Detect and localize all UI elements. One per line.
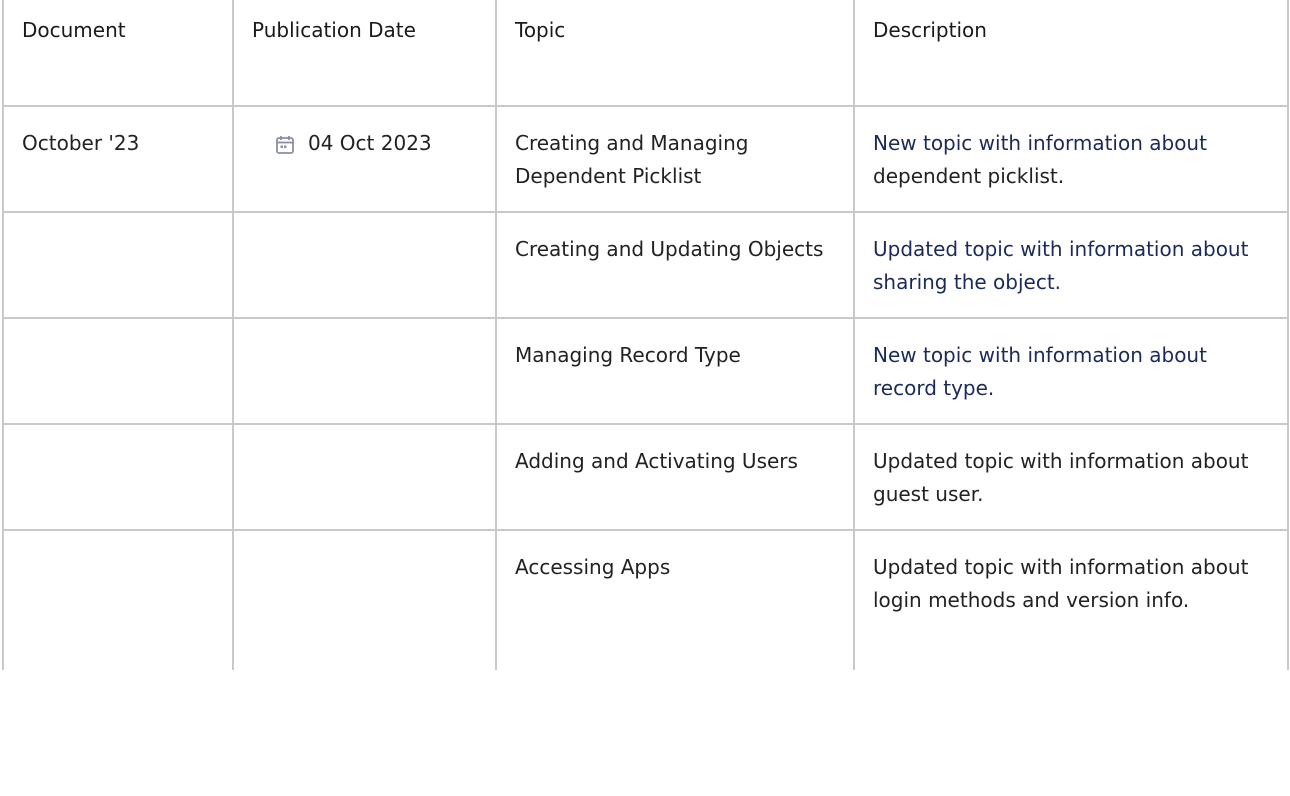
cell-document [2, 317, 234, 425]
release-notes-table-container: Document Publication Date Topic Descript… [0, 0, 1290, 796]
cell-publication-date [232, 317, 497, 425]
calendar-icon [274, 133, 296, 155]
cell-topic: Creating and Managing Dependent Picklist [495, 105, 855, 213]
table-row: Creating and Updating Objects Updated to… [2, 211, 1289, 319]
header-topic: Topic [495, 0, 855, 107]
table-row: October '23 04 Oct 2023 Creating and Man… [2, 105, 1289, 213]
description-link-text: Updated topic with information about sha… [873, 237, 1249, 294]
cell-publication-date [232, 211, 497, 319]
table-row: Accessing Apps Updated topic with inform… [2, 529, 1289, 670]
cell-topic: Accessing Apps [495, 529, 855, 670]
cell-description: New topic with information about depende… [853, 105, 1289, 213]
header-publication-date: Publication Date [232, 0, 497, 107]
cell-document [2, 529, 234, 670]
header-document: Document [2, 0, 234, 107]
cell-document [2, 423, 234, 531]
description-link-text: New topic with information about record … [873, 343, 1207, 400]
cell-description: Updated topic with information about gue… [853, 423, 1289, 531]
description-plain-text: Updated topic with information about log… [873, 555, 1249, 612]
table-row: Managing Record Type New topic with info… [2, 317, 1289, 425]
publication-date-value: 04 Oct 2023 [308, 131, 432, 155]
cell-topic: Managing Record Type [495, 317, 855, 425]
cell-description: New topic with information about record … [853, 317, 1289, 425]
cell-document [2, 211, 234, 319]
cell-publication-date [232, 529, 497, 670]
description-link-text: New topic with information about [873, 131, 1207, 155]
header-description: Description [853, 0, 1289, 107]
cell-publication-date [232, 423, 497, 531]
cell-description: Updated topic with information about log… [853, 529, 1289, 670]
cell-description: Updated topic with information about sha… [853, 211, 1289, 319]
cell-document: October '23 [2, 105, 234, 213]
cell-topic: Creating and Updating Objects [495, 211, 855, 319]
table-header-row: Document Publication Date Topic Descript… [2, 0, 1289, 107]
table-row: Adding and Activating Users Updated topi… [2, 423, 1289, 531]
cell-publication-date: 04 Oct 2023 [232, 105, 497, 213]
description-plain-text: dependent picklist. [873, 164, 1065, 188]
cell-topic: Adding and Activating Users [495, 423, 855, 531]
description-plain-text: Updated topic with information about gue… [873, 449, 1249, 506]
release-notes-table: Document Publication Date Topic Descript… [2, 0, 1289, 670]
